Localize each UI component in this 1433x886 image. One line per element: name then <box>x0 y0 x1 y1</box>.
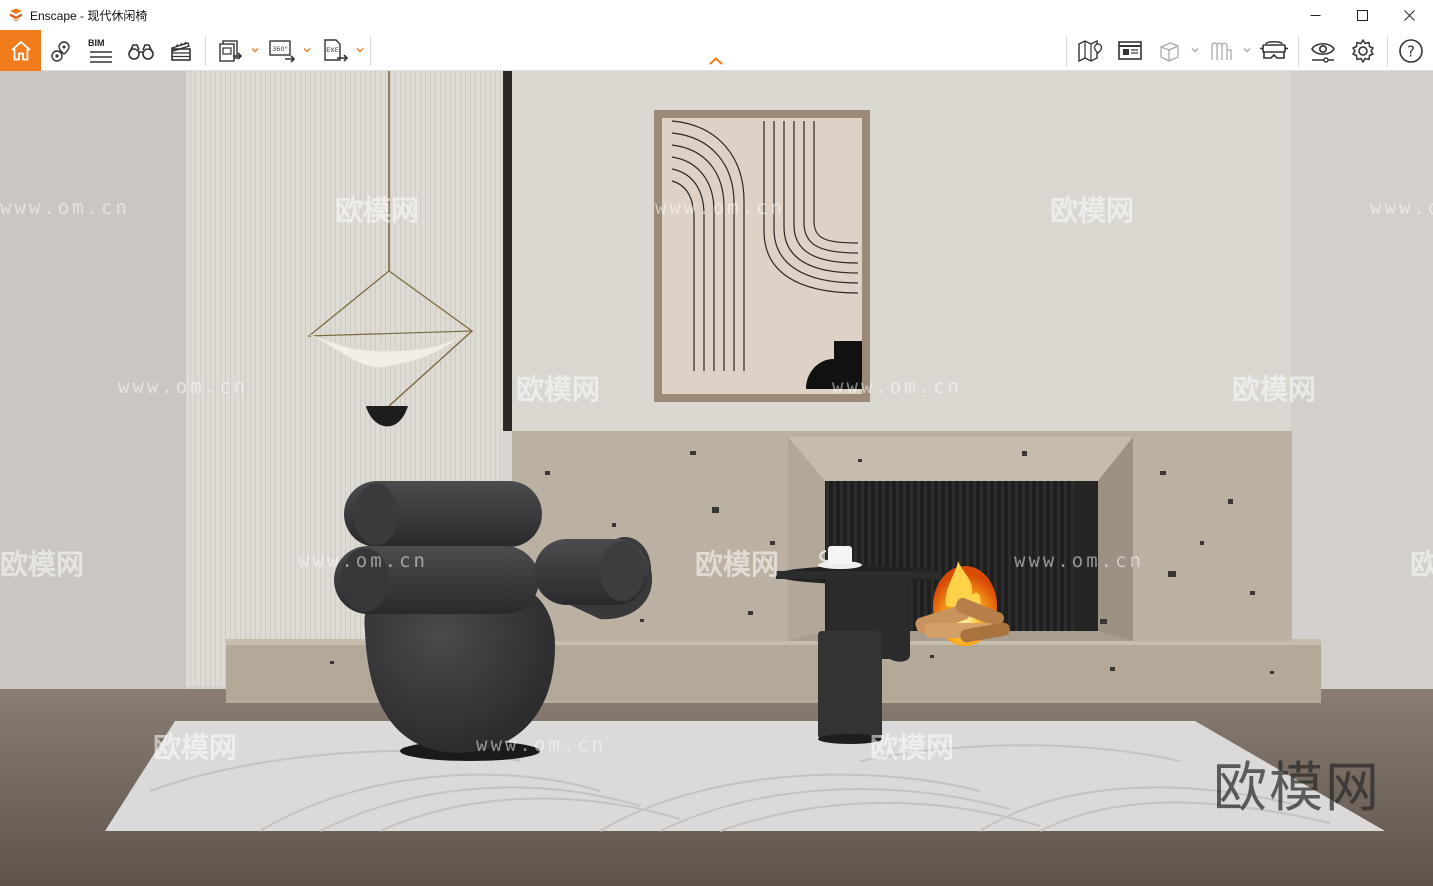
eye-settings-icon <box>1311 42 1335 63</box>
minimize-icon <box>1310 14 1321 16</box>
map-pin-view-icon <box>51 41 70 62</box>
cube-icon <box>1160 42 1179 62</box>
batch-export-icon <box>219 40 243 62</box>
info-panel-icon <box>1118 41 1142 60</box>
settings-button[interactable] <box>1346 33 1380 69</box>
binoculars-icon <box>128 44 154 60</box>
panorama-label: 360° <box>272 45 288 53</box>
enscape-toolbar: BIM 360° EXE ? <box>0 30 1433 71</box>
title-bar: Enscape - 现代休闲椅 <box>0 0 1433 30</box>
batch-render-button[interactable] <box>213 33 247 69</box>
info-panel-button[interactable] <box>1113 33 1147 69</box>
maximize-icon <box>1357 9 1368 21</box>
video-editor-button[interactable] <box>164 33 198 69</box>
vr-headset-icon <box>1260 41 1288 59</box>
close-button[interactable] <box>1386 0 1433 30</box>
visual-settings-button[interactable] <box>1306 33 1340 69</box>
toolbar-separator <box>1298 36 1299 66</box>
help-icon: ? <box>1399 39 1423 63</box>
window-controls <box>1292 0 1433 30</box>
close-icon <box>1404 9 1415 21</box>
minimize-button[interactable] <box>1292 0 1339 30</box>
views-button[interactable] <box>45 33 77 69</box>
bim-label: BIM <box>88 38 105 48</box>
help-label: ? <box>1407 43 1415 61</box>
enscape-logo-icon <box>10 8 22 22</box>
watermark-brand-large: 欧模网 <box>1213 756 1381 819</box>
exe-export-button[interactable]: EXE <box>318 33 352 69</box>
chevron-down-icon[interactable] <box>251 46 259 54</box>
maximize-button[interactable] <box>1339 0 1386 30</box>
bim-button[interactable]: BIM <box>84 33 118 69</box>
home-button[interactable] <box>0 30 41 71</box>
map-icon <box>1078 39 1103 63</box>
asset-library-button[interactable] <box>1153 33 1185 69</box>
panorama-button[interactable]: 360° <box>265 33 299 69</box>
material-icon <box>1211 42 1232 60</box>
exe-label: EXE <box>326 46 339 54</box>
bim-icon <box>90 51 112 63</box>
toolbar-separator <box>370 36 371 66</box>
toolbar-separator <box>205 36 206 66</box>
exe-export-icon: EXE <box>324 39 349 62</box>
chevron-up-icon[interactable] <box>708 56 724 66</box>
help-button[interactable]: ? <box>1394 33 1428 69</box>
minimap-button[interactable] <box>1073 33 1107 69</box>
toolbar-separator <box>1387 36 1388 66</box>
panorama-360-icon: 360° <box>269 40 296 63</box>
walk-mode-button[interactable] <box>124 33 158 69</box>
gear-icon <box>1352 39 1374 63</box>
toolbar-separator <box>1066 36 1067 66</box>
vr-headset-button[interactable] <box>1257 33 1291 69</box>
home-icon <box>10 40 31 60</box>
window-title: Enscape - 现代休闲椅 <box>30 8 148 23</box>
chevron-down-icon[interactable] <box>303 46 311 54</box>
render-viewport[interactable]: www.om.cn www.om.cn www.om.cn www.om.cn … <box>0 71 1433 886</box>
chevron-down-icon[interactable] <box>356 46 364 54</box>
material-editor-button[interactable] <box>1205 33 1237 69</box>
chevron-down-icon[interactable] <box>1191 46 1199 54</box>
chevron-down-icon[interactable] <box>1243 46 1251 54</box>
clapperboard-icon <box>171 41 191 61</box>
